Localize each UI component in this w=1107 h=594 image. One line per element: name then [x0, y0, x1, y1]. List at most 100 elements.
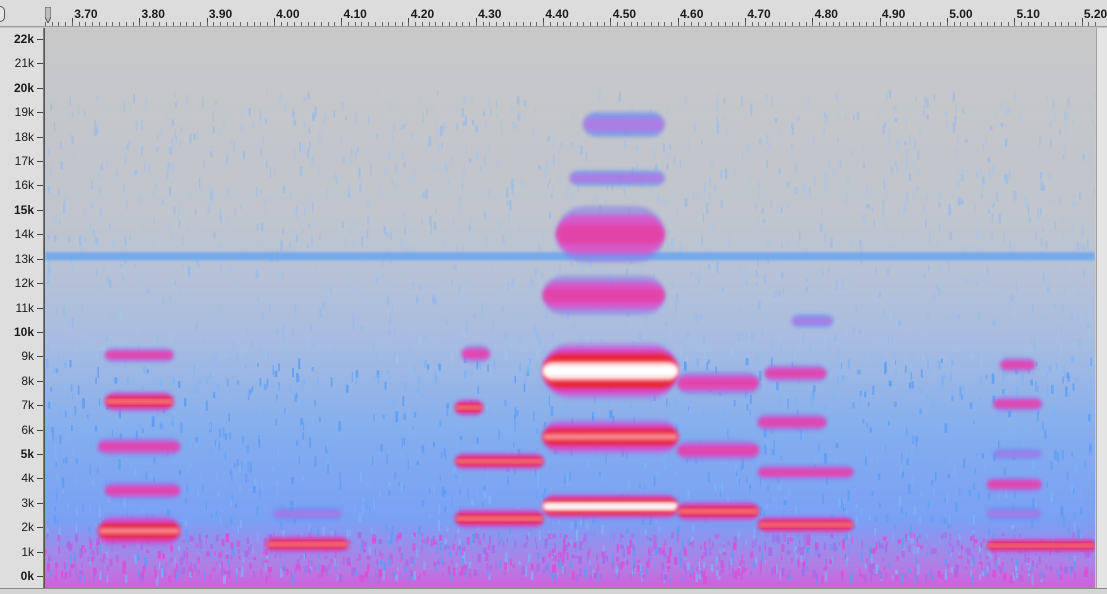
noise-speck: [724, 168, 728, 179]
noise-speck: [802, 331, 805, 343]
noise-speck: [478, 539, 482, 545]
noise-speck: [79, 235, 82, 246]
noise-speck: [172, 413, 174, 423]
time-minor-tick: [368, 22, 370, 26]
spectrogram-view[interactable]: [45, 28, 1095, 588]
time-minor-tick: [139, 22, 141, 26]
noise-speck: [882, 422, 885, 427]
noise-speck: [663, 543, 666, 551]
noise-speck: [314, 264, 317, 273]
noise-speck: [1009, 575, 1013, 584]
noise-speck: [557, 572, 559, 578]
noise-speck: [1030, 227, 1033, 235]
noise-speck: [1052, 309, 1054, 314]
noise-speck: [696, 566, 699, 575]
noise-speck: [1077, 289, 1079, 297]
noise-speck: [71, 448, 74, 456]
noise-speck: [198, 438, 200, 445]
noise-speck: [193, 133, 196, 140]
spectrogram-canvas[interactable]: [45, 28, 1095, 588]
noise-speck: [893, 523, 896, 529]
noise-speck: [161, 199, 165, 206]
noise-speck: [590, 574, 593, 581]
noise-speck: [57, 188, 60, 195]
noise-speck: [895, 317, 898, 325]
noise-speck: [880, 428, 882, 439]
noise-speck: [973, 419, 975, 425]
noise-speck: [74, 356, 76, 363]
noise-speck: [474, 570, 476, 576]
noise-speck: [92, 550, 95, 555]
noise-speck: [755, 557, 758, 564]
noise-speck: [646, 561, 650, 568]
noise-speck: [897, 429, 899, 441]
noise-speck: [648, 537, 652, 542]
noise-speck: [933, 487, 935, 496]
noise-speck: [226, 378, 229, 387]
noise-speck: [652, 535, 657, 544]
formant-band: [677, 509, 759, 513]
noise-speck: [835, 442, 839, 448]
noise-speck: [151, 416, 155, 427]
noise-speck: [453, 465, 456, 471]
timeline-ruler[interactable]: 3.70 3.80 3.90 4.00 4.10 4.20 4.30 4.40 4.50 4.60…: [0, 0, 1107, 27]
noise-speck: [90, 202, 94, 208]
noise-speck: [260, 190, 262, 196]
noise-speck: [61, 477, 65, 489]
noise-speck: [144, 557, 147, 567]
noise-speck: [498, 540, 501, 545]
noise-speck: [109, 223, 111, 230]
noise-speck: [344, 238, 348, 246]
noise-speck: [923, 273, 926, 278]
time-minor-tick: [745, 22, 746, 26]
noise-speck: [799, 432, 801, 441]
noise-speck: [564, 476, 567, 484]
noise-speck: [719, 548, 722, 554]
noise-speck: [536, 491, 538, 499]
noise-speck: [99, 571, 102, 580]
play-cursor-icon[interactable]: [45, 7, 51, 23]
noise-speck: [113, 239, 115, 247]
noise-speck: [687, 490, 690, 501]
noise-speck: [904, 414, 907, 422]
noise-speck: [153, 218, 155, 224]
noise-speck: [949, 514, 951, 524]
noise-speck: [444, 538, 448, 545]
noise-speck: [299, 141, 301, 152]
noise-speck: [778, 128, 781, 135]
time-minor-tick: [630, 22, 632, 26]
play-region-handle[interactable]: [0, 6, 5, 22]
noise-speck: [183, 210, 185, 218]
noise-speck: [543, 491, 545, 501]
noise-speck: [251, 386, 254, 393]
noise-speck: [56, 475, 60, 480]
noise-speck: [295, 234, 298, 243]
noise-speck: [684, 94, 688, 105]
noise-speck: [552, 154, 555, 165]
noise-speck: [708, 264, 711, 270]
noise-speck: [860, 551, 863, 562]
noise-speck: [765, 504, 768, 509]
noise-speck: [994, 559, 996, 566]
noise-speck: [331, 438, 335, 444]
vertical-scrollbar[interactable]: [1096, 28, 1107, 588]
noise-speck: [102, 263, 105, 273]
noise-speck: [481, 301, 483, 312]
noise-speck: [908, 431, 910, 437]
noise-speck: [274, 555, 277, 559]
noise-speck: [186, 226, 189, 235]
horizontal-scrollbar[interactable]: [0, 588, 1107, 594]
noise-speck: [167, 222, 170, 231]
noise-speck: [706, 362, 709, 371]
noise-speck: [410, 132, 413, 138]
noise-speck: [566, 185, 570, 196]
noise-speck: [587, 523, 589, 531]
noise-speck: [543, 346, 546, 356]
noise-speck: [653, 149, 657, 159]
noise-speck: [75, 536, 78, 544]
noise-speck: [1012, 322, 1015, 328]
noise-speck: [670, 239, 674, 249]
noise-speck: [886, 366, 888, 373]
noise-speck: [907, 568, 911, 573]
noise-speck: [884, 572, 889, 579]
